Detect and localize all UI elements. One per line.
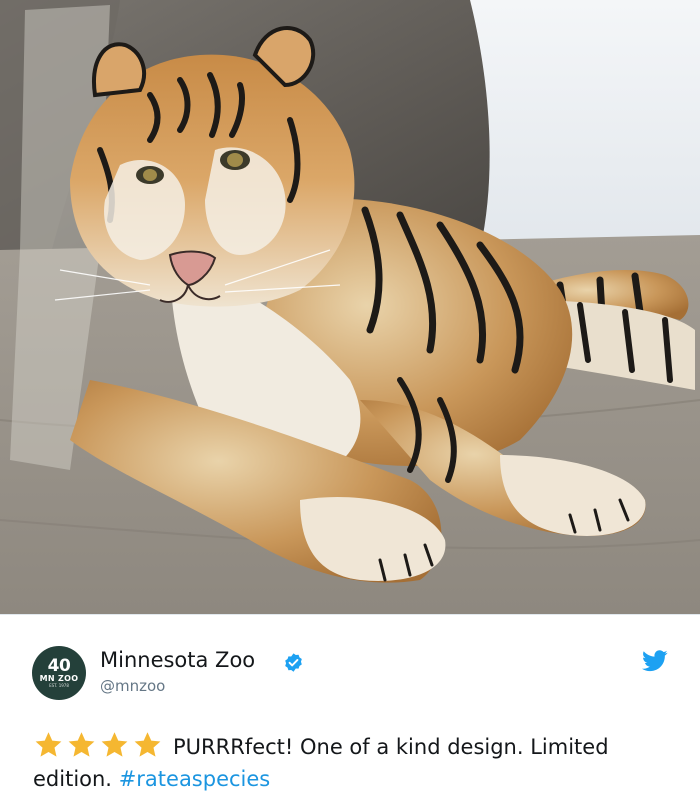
avatar[interactable]: 40 MN ZOO EST. 1978	[32, 646, 86, 700]
tweet-text: PURRRfect! One of a kind design. Limited…	[33, 731, 673, 795]
twitter-bird-icon[interactable]	[642, 650, 668, 672]
tweet-card: 40 MN ZOO EST. 1978 Minnesota Zoo @mnzoo…	[0, 0, 700, 803]
account-handle[interactable]: @mnzoo	[100, 677, 165, 695]
verified-badge-icon	[285, 653, 302, 672]
tweet-body: 40 MN ZOO EST. 1978 Minnesota Zoo @mnzoo…	[0, 614, 700, 803]
avatar-number: 40	[47, 656, 71, 676]
tiger-photo[interactable]	[0, 0, 700, 614]
hashtag-link[interactable]: #rateaspecies	[119, 767, 271, 791]
avatar-text: MN ZOO	[39, 674, 79, 683]
display-name[interactable]: Minnesota Zoo	[100, 648, 255, 672]
avatar-subtext: EST. 1978	[49, 683, 69, 688]
